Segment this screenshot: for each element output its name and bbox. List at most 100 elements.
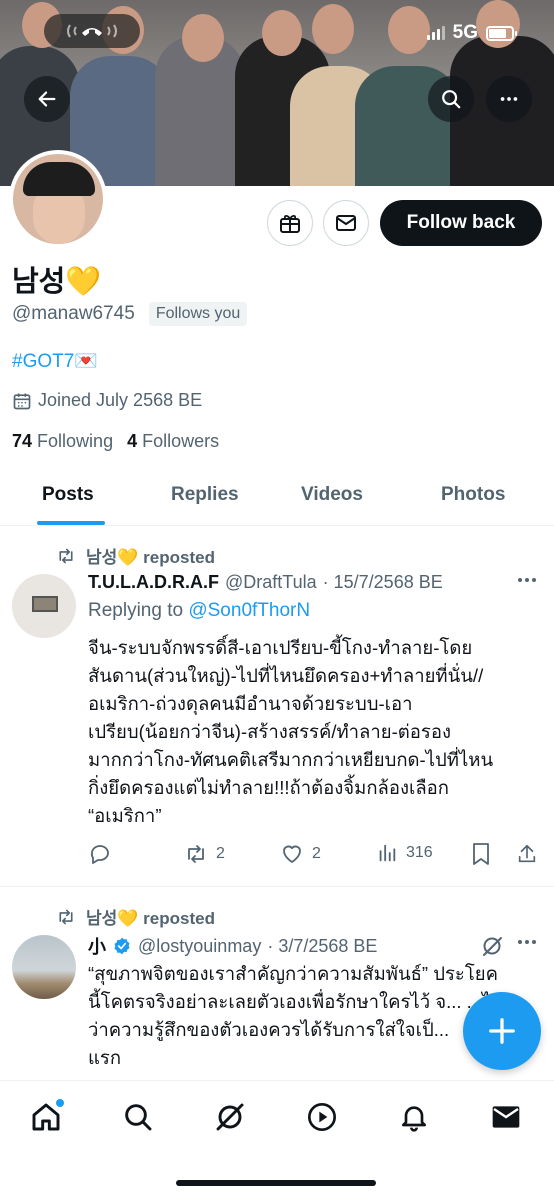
more-icon xyxy=(500,97,518,101)
post-more-button[interactable] xyxy=(515,570,539,596)
grok-button[interactable] xyxy=(480,934,504,963)
nav-messages[interactable] xyxy=(484,1097,528,1137)
post-author-name[interactable]: T.U.L.A.D.R.A.F xyxy=(88,572,219,593)
compose-button[interactable] xyxy=(463,992,541,1070)
message-button[interactable] xyxy=(323,200,369,246)
status-bar-right: 5G xyxy=(426,22,517,44)
tab-replies[interactable]: Replies xyxy=(171,484,239,506)
post-line: เปรียบ(น้อยกว่าจีน)-สร้างสรรค์/ทำลาย-ต่อ… xyxy=(88,721,451,742)
profile-bio[interactable]: #GOT7💌 xyxy=(12,349,98,373)
nav-home[interactable] xyxy=(24,1097,68,1137)
repost-label: 남성💛 reposted xyxy=(86,548,215,567)
grok-icon xyxy=(216,1103,244,1131)
more-button[interactable] xyxy=(486,76,532,122)
profile-avatar[interactable] xyxy=(9,150,107,248)
play-icon xyxy=(308,1103,336,1131)
repost-indicator: 남성💛 reposted xyxy=(56,543,215,568)
heart-icon xyxy=(283,845,301,863)
repost-icon xyxy=(59,909,73,924)
followers-label: Followers xyxy=(142,431,220,451)
back-button[interactable] xyxy=(24,76,70,122)
phone-icon xyxy=(67,24,117,38)
search-icon xyxy=(442,90,461,109)
follow-counts: 74 Following 4 Followers xyxy=(12,431,219,452)
plus-icon xyxy=(489,1018,515,1044)
calendar-icon xyxy=(13,393,31,409)
post-line: จีน-ระบบจักพรรดิ์สี-เอาเปรียบ-ขี้โกง-ทำล… xyxy=(88,637,473,658)
post-header: T.U.L.A.D.R.A.F @DraftTula · 15/7/2568 B… xyxy=(88,572,443,593)
joined-date: Joined July 2568 BE xyxy=(12,390,202,411)
tab-photos[interactable]: Photos xyxy=(441,484,505,506)
tab-posts[interactable]: Posts xyxy=(42,484,94,506)
follow-back-button[interactable]: Follow back xyxy=(380,200,542,246)
grok-icon xyxy=(483,937,502,956)
bookmark-button[interactable] xyxy=(470,842,492,866)
post-text[interactable]: จีน-ระบบจักพรรดิ์สี-เอาเปรียบ-ขี้โกง-ทำล… xyxy=(88,634,550,830)
repost-indicator: 남성💛 reposted xyxy=(56,904,215,929)
post-header: 小 @lostyouinmay · 3/7/2568 BE xyxy=(88,933,377,959)
views-button[interactable]: 316 xyxy=(376,842,433,864)
battery-icon xyxy=(486,25,517,41)
home-indicator xyxy=(176,1180,376,1186)
following-label: Following xyxy=(37,431,114,451)
verified-badge-icon xyxy=(114,937,130,955)
reply-icon xyxy=(90,845,109,864)
post-line: “สุขภาพจิตของเราสำคัญกว่าความสัมพันธ์” ป… xyxy=(88,963,498,984)
retweet-count: 2 xyxy=(216,845,225,862)
replying-to: Replying to @Son0fThorN xyxy=(88,600,310,622)
post-author-name[interactable]: 小 xyxy=(88,933,106,959)
post-line: สันดาน(ส่วนใหญ่)-ไปที่ไหนยึดครอง+ทำลายที… xyxy=(88,665,484,686)
nav-video[interactable] xyxy=(300,1097,344,1137)
bell-icon xyxy=(402,1106,426,1132)
post-author-handle[interactable]: @lostyouinmay xyxy=(138,936,261,957)
signal-icon xyxy=(426,26,445,40)
post-author-handle[interactable]: @DraftTula xyxy=(225,572,317,593)
post-line: “อเมริกา” xyxy=(88,805,162,826)
repost-icon xyxy=(188,845,204,863)
followers-count: 4 xyxy=(127,431,138,451)
reply-button[interactable] xyxy=(88,842,112,866)
post-actions: 2 2 316 xyxy=(88,842,544,870)
search-button[interactable] xyxy=(428,76,474,122)
active-tab-indicator xyxy=(37,521,105,525)
post-line: กิ่งยึดครองแต่ไม่ทำลาย!!!ถ้าต้องจิ้มกล้อ… xyxy=(88,777,449,798)
share-icon xyxy=(518,844,536,863)
followers-link[interactable]: 4 Followers xyxy=(127,431,219,452)
repost-label: 남성💛 reposted xyxy=(86,909,215,928)
post-author-avatar[interactable] xyxy=(12,574,76,638)
share-button[interactable] xyxy=(516,842,538,866)
retweet-button[interactable]: 2 xyxy=(184,842,225,866)
handle-row: @manaw6745 Follows you xyxy=(12,302,248,326)
envelope-icon xyxy=(336,215,356,231)
reply-prefix: Replying to xyxy=(88,600,189,621)
network-label: 5G xyxy=(452,22,478,43)
gift-button[interactable] xyxy=(267,200,313,246)
call-indicator[interactable] xyxy=(44,14,140,48)
reply-handle[interactable]: @Son0fThorN xyxy=(188,600,310,621)
more-icon xyxy=(518,940,536,944)
post-date[interactable]: · 15/7/2568 BE xyxy=(323,572,443,593)
nav-search[interactable] xyxy=(116,1097,160,1137)
post-date[interactable]: · 3/7/2568 BE xyxy=(267,936,377,957)
tab-videos[interactable]: Videos xyxy=(301,484,363,506)
joined-label: Joined July 2568 BE xyxy=(38,390,203,410)
post-divider xyxy=(0,886,554,887)
like-count: 2 xyxy=(312,845,321,862)
following-count: 74 xyxy=(12,431,33,451)
profile-name: 남성💛 xyxy=(12,266,102,298)
nav-notifications[interactable] xyxy=(392,1097,436,1137)
arrow-left-icon xyxy=(38,91,56,107)
views-icon xyxy=(379,844,396,862)
like-button[interactable]: 2 xyxy=(280,842,321,866)
post-author-avatar[interactable] xyxy=(12,935,76,999)
profile-handle: @manaw6745 xyxy=(12,303,135,324)
following-link[interactable]: 74 Following xyxy=(12,431,113,452)
post-more-button[interactable] xyxy=(515,932,539,958)
nav-grok[interactable] xyxy=(208,1097,252,1137)
profile-tabs: Posts Replies Videos Photos xyxy=(0,470,554,526)
post-line: มากกว่าโกง-ทัศนคติเสรีมากกว่าเหยียบกด-ไป… xyxy=(88,749,494,770)
follows-you-badge: Follows you xyxy=(148,302,248,326)
repost-icon xyxy=(59,548,73,563)
gift-icon xyxy=(280,214,300,233)
home-notification-dot xyxy=(56,1099,64,1107)
